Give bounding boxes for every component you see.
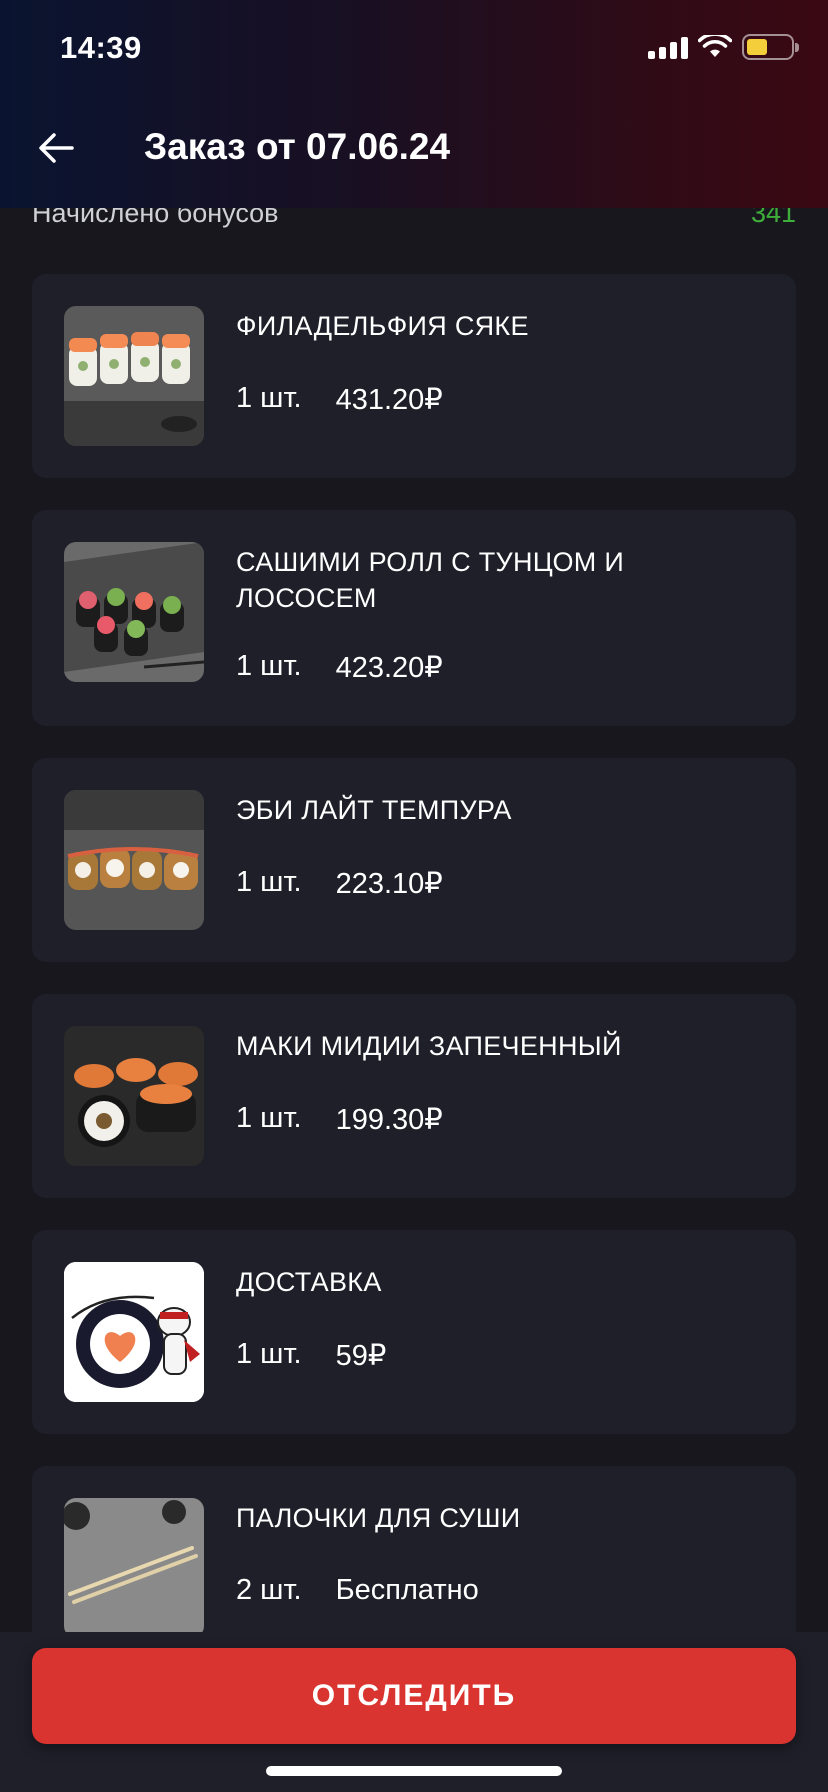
item-quantity: 1 шт. bbox=[236, 650, 302, 682]
item-quantity: 1 шт. bbox=[236, 866, 302, 898]
order-item[interactable]: САШИМИ РОЛЛ С ТУНЦОМ И ЛОСОСЕМ 1 шт. 423… bbox=[32, 510, 796, 726]
order-item[interactable]: ФИЛАДЕЛЬФИЯ СЯКЕ 1 шт. 431.20₽ bbox=[32, 274, 796, 478]
item-meta: 1 шт. 223.10₽ bbox=[236, 866, 443, 901]
item-price: 431.20₽ bbox=[335, 384, 443, 416]
battery-icon bbox=[742, 34, 799, 60]
sushi-roll-sashimi-image bbox=[64, 542, 204, 682]
order-item[interactable]: ДОСТАВКА 1 шт. 59₽ bbox=[32, 1230, 796, 1434]
chopsticks-image bbox=[64, 1498, 204, 1638]
arrow-left-icon bbox=[39, 133, 74, 163]
status-icons bbox=[648, 34, 799, 60]
item-meta: 2 шт. Бесплатно bbox=[236, 1574, 479, 1607]
item-meta: 1 шт. 431.20₽ bbox=[236, 382, 443, 417]
item-name: ПАЛОЧКИ ДЛЯ СУШИ bbox=[236, 1503, 521, 1533]
item-meta: 1 шт. 423.20₽ bbox=[236, 650, 443, 685]
status-time: 14:39 bbox=[60, 30, 142, 65]
item-meta: 1 шт. 199.30₽ bbox=[236, 1102, 443, 1137]
delivery-logo-image bbox=[64, 1262, 204, 1402]
sushi-roll-tempura-image bbox=[64, 790, 204, 930]
item-price: 423.20₽ bbox=[335, 652, 443, 684]
item-quantity: 1 шт. bbox=[236, 382, 302, 414]
item-name: ФИЛАДЕЛЬФИЯ СЯКЕ bbox=[236, 311, 529, 341]
item-price: 199.30₽ bbox=[335, 1104, 443, 1136]
sushi-roll-philadelphia-image bbox=[64, 306, 204, 446]
item-price: 223.10₽ bbox=[335, 868, 443, 900]
order-item[interactable]: ЭБИ ЛАЙТ ТЕМПУРА 1 шт. 223.10₽ bbox=[32, 758, 796, 962]
sushi-roll-baked-image bbox=[64, 1026, 204, 1166]
cellular-signal-icon bbox=[648, 35, 688, 59]
wifi-icon bbox=[698, 35, 732, 57]
item-quantity: 1 шт. bbox=[236, 1102, 302, 1134]
item-name: ДОСТАВКА bbox=[236, 1267, 382, 1297]
item-price: 59₽ bbox=[335, 1340, 387, 1372]
item-meta: 1 шт. 59₽ bbox=[236, 1338, 386, 1373]
track-order-button[interactable]: ОТСЛЕДИТЬ bbox=[32, 1648, 796, 1744]
back-button[interactable] bbox=[36, 128, 76, 168]
item-name: САШИМИ РОЛЛ С ТУНЦОМ И ЛОСОСЕМ bbox=[236, 547, 625, 613]
app-header: 14:39 Заказ от 07.06.24 bbox=[0, 0, 828, 208]
item-quantity: 2 шт. bbox=[236, 1574, 302, 1606]
home-indicator[interactable] bbox=[266, 1766, 562, 1776]
order-item[interactable]: МАКИ МИДИИ ЗАПЕЧЕННЫЙ 1 шт. 199.30₽ bbox=[32, 994, 796, 1198]
item-quantity: 1 шт. bbox=[236, 1338, 302, 1370]
item-name: ЭБИ ЛАЙТ ТЕМПУРА bbox=[236, 795, 512, 825]
page-title: Заказ от 07.06.24 bbox=[144, 126, 451, 167]
item-name: МАКИ МИДИИ ЗАПЕЧЕННЫЙ bbox=[236, 1031, 622, 1061]
item-price: Бесплатно bbox=[335, 1574, 479, 1606]
